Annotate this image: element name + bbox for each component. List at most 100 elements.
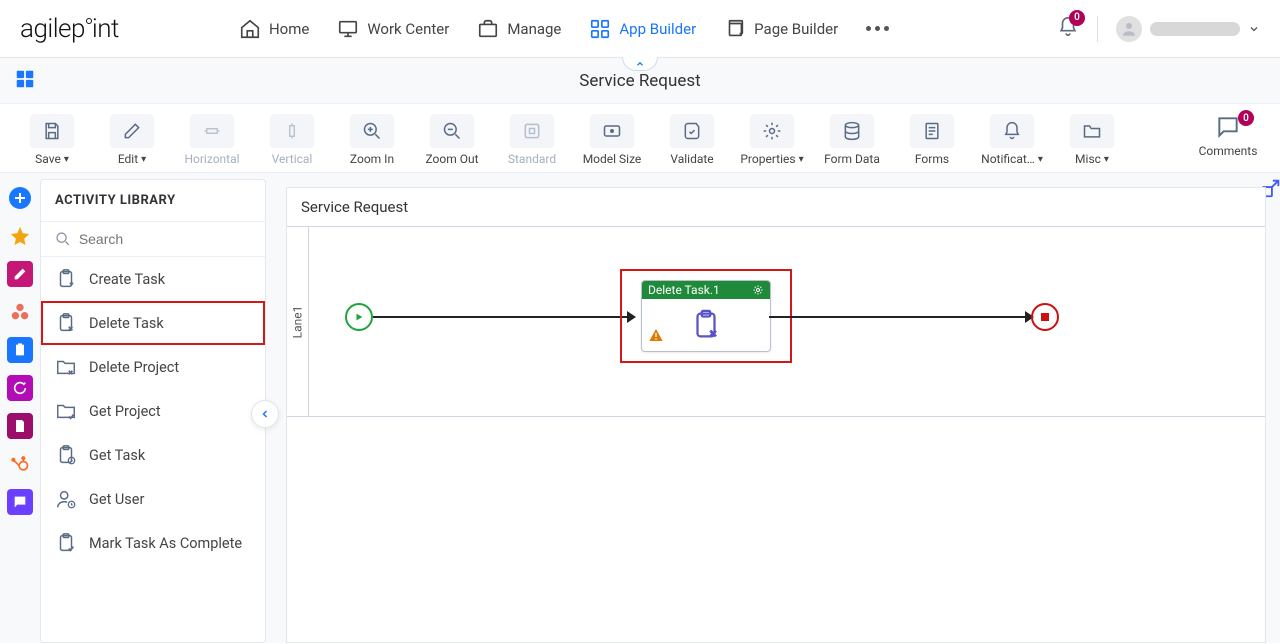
activity-item-get-task[interactable]: Get Task bbox=[41, 433, 265, 477]
rail-favorites[interactable] bbox=[7, 223, 33, 249]
align-vertical-button[interactable]: Vertical bbox=[254, 114, 330, 166]
activity-item-create-task[interactable]: Create Task bbox=[41, 257, 265, 301]
rail-edit[interactable] bbox=[7, 261, 33, 287]
triangle-warning-icon bbox=[648, 327, 664, 343]
forms-button[interactable]: Forms bbox=[894, 114, 970, 166]
rail-clipboard[interactable] bbox=[7, 337, 33, 363]
canvas-wrap: Service Request Lane1 Delete Task.1 bbox=[266, 173, 1280, 643]
process-canvas[interactable]: Service Request Lane1 Delete Task.1 bbox=[286, 187, 1266, 643]
nav-manage-label: Manage bbox=[507, 20, 561, 38]
zoom-standard-button[interactable]: Standard bbox=[494, 114, 570, 166]
activity-item-delete-task[interactable]: Delete Task bbox=[41, 301, 265, 345]
task-node-highlight: Delete Task.1 bbox=[620, 269, 792, 363]
comments-button[interactable]: 0 Comments bbox=[1190, 114, 1266, 158]
form-data-label: Form Data bbox=[824, 152, 880, 166]
model-size-button[interactable]: Model Size bbox=[574, 114, 650, 166]
gear-icon[interactable] bbox=[752, 284, 764, 296]
nav-work-center[interactable]: Work Center bbox=[337, 18, 449, 40]
clipboard-x-icon bbox=[689, 308, 723, 342]
nav-more-button[interactable] bbox=[866, 26, 889, 31]
clipboard-clock-icon bbox=[55, 444, 77, 466]
user-name bbox=[1150, 22, 1240, 36]
lane-body: Delete Task.1 bbox=[309, 227, 1265, 416]
topbar-right: 0 bbox=[1057, 16, 1260, 42]
activity-item-delete-project[interactable]: Delete Project bbox=[41, 345, 265, 389]
form-icon bbox=[922, 121, 942, 141]
notifications-button[interactable]: 0 bbox=[1057, 16, 1079, 42]
chevron-up-icon bbox=[634, 59, 646, 69]
properties-label: Properties bbox=[740, 152, 795, 166]
asana-icon bbox=[9, 301, 31, 323]
edit-button[interactable]: Edit▾ bbox=[94, 114, 170, 166]
task-node-header: Delete Task.1 bbox=[642, 281, 770, 299]
activity-item-label: Mark Task As Complete bbox=[89, 535, 242, 552]
notifications-tool-button[interactable]: Notificat…▾ bbox=[974, 114, 1050, 166]
task-node-delete-task[interactable]: Delete Task.1 bbox=[641, 280, 771, 352]
nav-home-label: Home bbox=[269, 20, 309, 38]
activity-item-get-user[interactable]: Get User bbox=[41, 477, 265, 521]
layers-icon bbox=[724, 18, 746, 40]
rail-hubspot[interactable] bbox=[7, 451, 33, 477]
activity-item-label: Get Project bbox=[89, 403, 161, 420]
nav-home[interactable]: Home bbox=[239, 18, 309, 40]
nav-items: Home Work Center Manage App Builder Page… bbox=[239, 18, 889, 40]
start-node[interactable] bbox=[345, 303, 373, 331]
validate-button[interactable]: Validate bbox=[654, 114, 730, 166]
clipboard-check-icon bbox=[55, 532, 77, 554]
top-navigation: agilepint Home Work Center Manage App Bu… bbox=[0, 0, 1280, 58]
activity-item-label: Get Task bbox=[89, 447, 145, 464]
nav-manage[interactable]: Manage bbox=[477, 18, 561, 40]
chevron-left-icon bbox=[259, 408, 271, 420]
star-icon bbox=[9, 225, 31, 247]
nav-page-builder[interactable]: Page Builder bbox=[724, 18, 838, 40]
activity-item-label: Delete Project bbox=[89, 359, 179, 376]
properties-button[interactable]: Properties ▾ bbox=[734, 114, 810, 166]
gear-icon bbox=[762, 121, 782, 141]
user-menu[interactable] bbox=[1116, 16, 1260, 42]
end-node[interactable] bbox=[1031, 303, 1059, 331]
misc-button[interactable]: Misc▾ bbox=[1054, 114, 1130, 166]
toolbar: Save▾ Edit▾ Horizontal Vertical Zoom In … bbox=[0, 104, 1280, 173]
nav-app-builder-label: App Builder bbox=[619, 20, 696, 38]
lane-label: Lane1 bbox=[291, 305, 305, 338]
folder-icon bbox=[1082, 121, 1102, 141]
home-icon bbox=[239, 18, 261, 40]
rail-add[interactable] bbox=[7, 185, 33, 211]
document-icon bbox=[12, 418, 28, 434]
category-rail bbox=[0, 173, 40, 643]
logo-dot-icon bbox=[86, 18, 92, 24]
validate-label: Validate bbox=[670, 152, 713, 166]
save-button[interactable]: Save▾ bbox=[14, 114, 90, 166]
chevron-down-icon: ▾ bbox=[799, 154, 804, 165]
folder-x-icon bbox=[55, 356, 77, 378]
rail-asana[interactable] bbox=[7, 299, 33, 325]
stop-icon bbox=[1041, 313, 1049, 321]
nav-app-builder[interactable]: App Builder bbox=[589, 18, 696, 40]
activity-item-mark-complete[interactable]: Mark Task As Complete bbox=[41, 521, 265, 565]
activity-search-row bbox=[41, 221, 265, 257]
divider bbox=[1097, 16, 1098, 42]
activity-item-label: Get User bbox=[89, 491, 144, 508]
chevron-down-icon: ▾ bbox=[1038, 154, 1043, 165]
zoom-in-button[interactable]: Zoom In bbox=[334, 114, 410, 166]
align-horizontal-button[interactable]: Horizontal bbox=[174, 114, 250, 166]
chevron-down-icon: ▾ bbox=[1104, 154, 1109, 165]
zoom-out-button[interactable]: Zoom Out bbox=[414, 114, 490, 166]
lane-label-wrap: Lane1 bbox=[287, 227, 309, 416]
edit-label: Edit bbox=[118, 152, 138, 166]
chevron-down-icon: ▾ bbox=[141, 154, 146, 165]
apps-grid-button[interactable] bbox=[14, 68, 36, 94]
rail-refresh[interactable] bbox=[7, 375, 33, 401]
play-icon bbox=[354, 312, 364, 322]
rail-doc[interactable] bbox=[7, 413, 33, 439]
chat-icon bbox=[12, 494, 28, 510]
activity-search-input[interactable] bbox=[79, 231, 251, 247]
form-data-button[interactable]: Form Data bbox=[814, 114, 890, 166]
chevron-down-icon bbox=[1248, 23, 1260, 35]
collapse-panel-button[interactable] bbox=[251, 400, 279, 428]
notifications-label: Notificat… bbox=[981, 152, 1035, 166]
activity-item-get-project[interactable]: Get Project bbox=[41, 389, 265, 433]
rail-chat[interactable] bbox=[7, 489, 33, 515]
activity-list: Create Task Delete Task Delete Project G… bbox=[41, 257, 265, 565]
forms-label: Forms bbox=[915, 152, 949, 166]
